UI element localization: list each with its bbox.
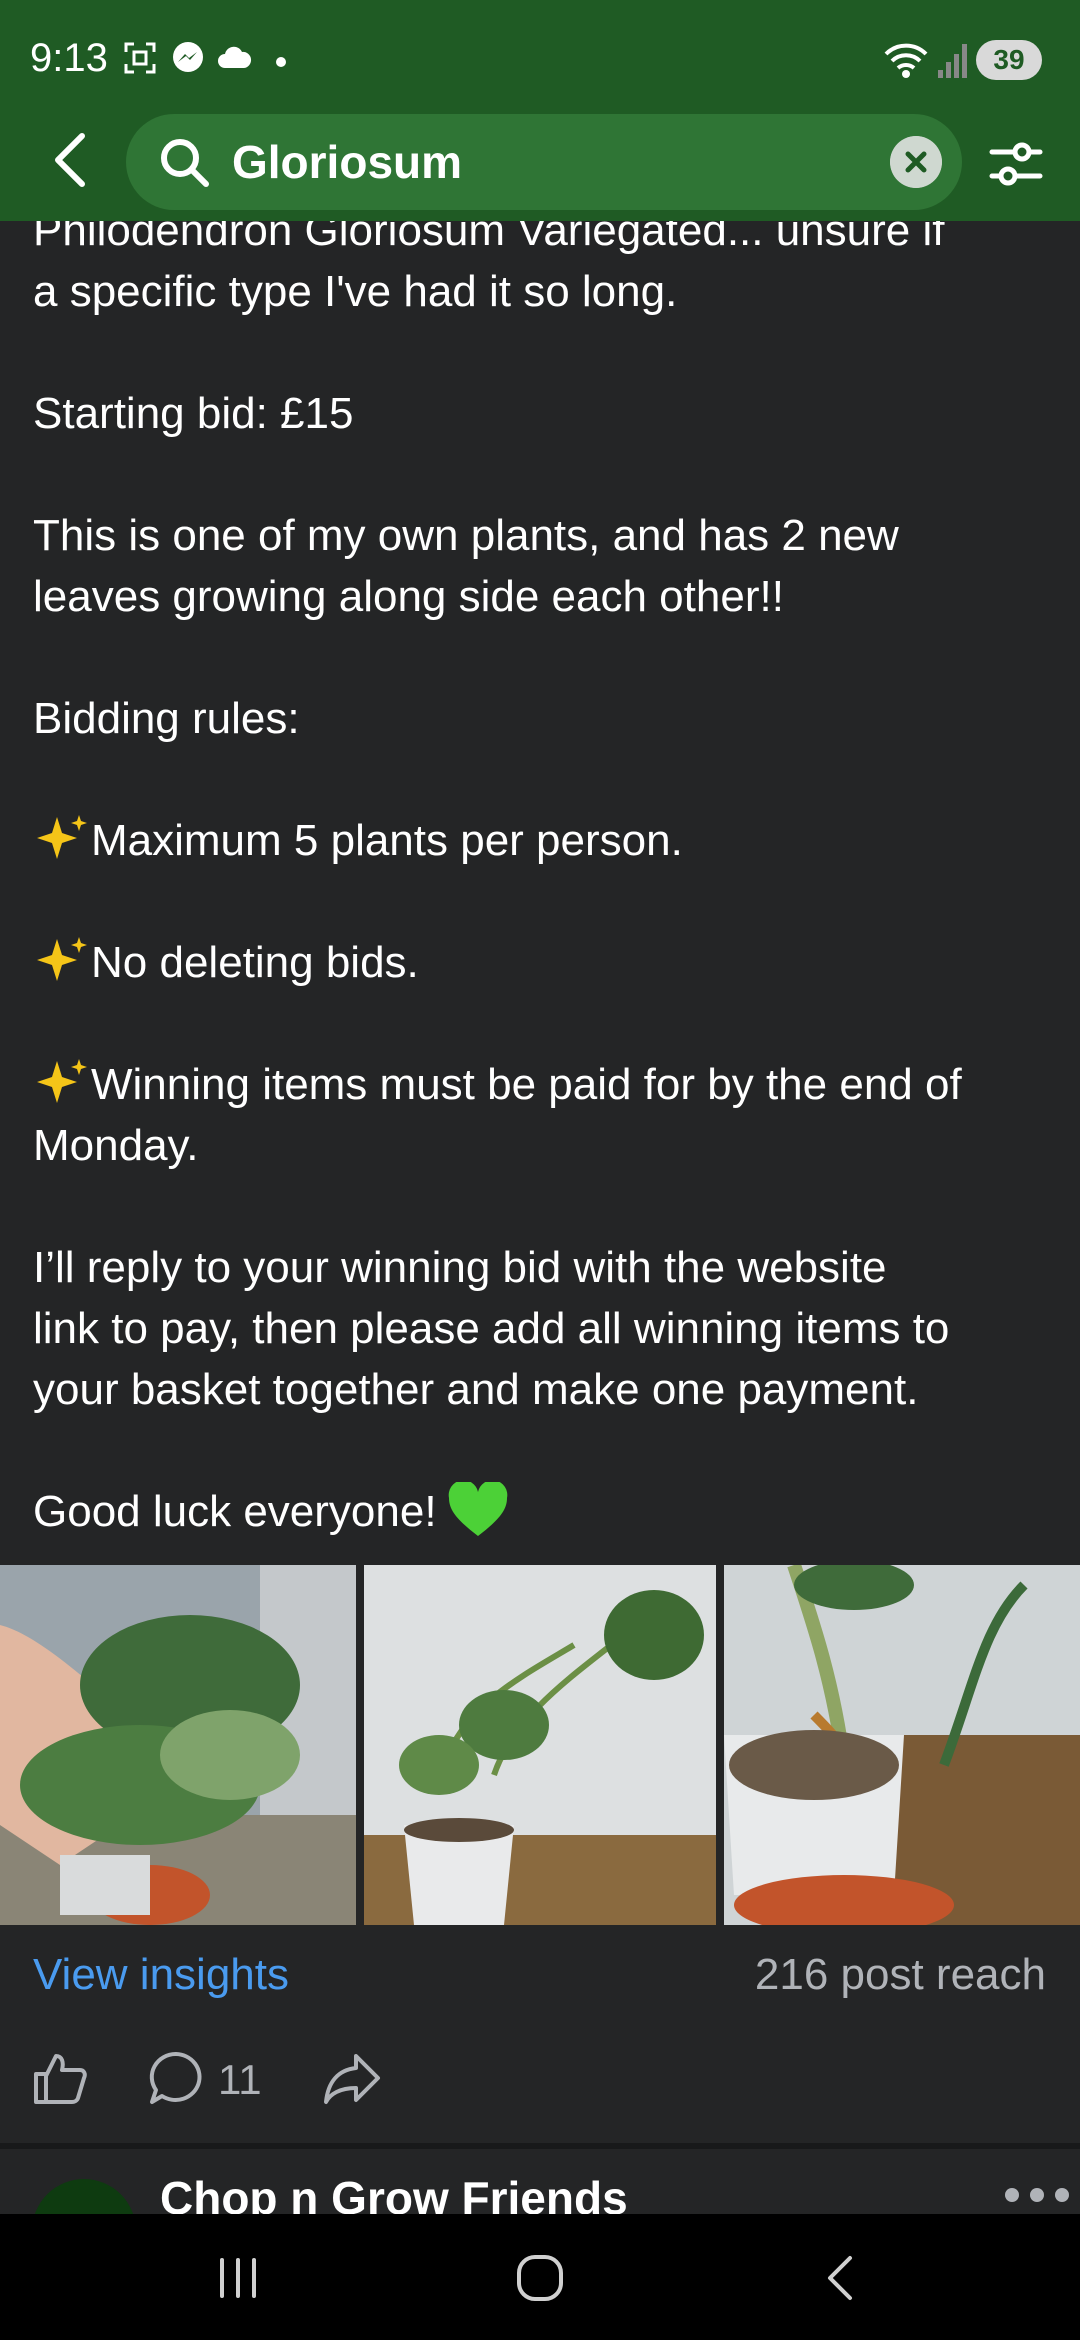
- bidding-rules-heading: Bidding rules:: [33, 694, 300, 743]
- rule-text: Maximum 5 plants per person.: [91, 816, 683, 865]
- comment-count: 11: [218, 2056, 262, 2103]
- next-post-header: Chop n Grow Friends: [0, 2149, 1080, 2214]
- group-name[interactable]: Chop n Grow Friends: [160, 2171, 628, 2214]
- comment-icon: [149, 2051, 202, 2104]
- starting-bid: Starting bid: £15: [33, 389, 354, 438]
- post-line: your basket together and make one paymen…: [33, 1365, 919, 1414]
- post-line: link to pay, then please add all winning…: [33, 1304, 950, 1353]
- filter-sliders-icon[interactable]: [988, 138, 1044, 190]
- wifi-icon: [884, 43, 928, 78]
- clear-icon[interactable]: [890, 136, 942, 188]
- rule-text: No deleting bids.: [91, 938, 419, 987]
- top-app-bar: 9:13 39 Gloriosum: [0, 0, 1080, 221]
- post-line: I’ll reply to your winning bid with the …: [33, 1243, 887, 1292]
- plant-photo[interactable]: [364, 1565, 716, 1925]
- rule-text: Winning items must be paid for by the en…: [91, 1060, 962, 1109]
- search-field[interactable]: Gloriosum: [126, 114, 962, 210]
- rule-item: No deleting bids.: [33, 932, 1053, 993]
- messenger-icon: [173, 42, 203, 72]
- home-icon[interactable]: [510, 2252, 570, 2304]
- post-line: Monday.: [33, 1121, 199, 1170]
- system-back-icon[interactable]: [812, 2252, 872, 2304]
- post-line: leaves growing along side each other!!: [33, 572, 784, 621]
- post-line: Good luck everyone!: [33, 1481, 1053, 1542]
- comment-button[interactable]: 11: [148, 2050, 268, 2110]
- post-line: a specific type I've had it so long.: [33, 267, 678, 316]
- green-heart-icon: [448, 1482, 507, 1536]
- post-body: Philodendron Gloriosum Variegated... uns…: [33, 200, 1053, 1542]
- search-query[interactable]: Gloriosum: [232, 136, 462, 188]
- view-insights-link[interactable]: View insights: [33, 1950, 289, 2000]
- screenshot-icon: [124, 42, 156, 74]
- status-time: 9:13: [30, 36, 108, 80]
- recent-apps-icon[interactable]: [208, 2252, 268, 2304]
- battery-indicator: 39: [976, 40, 1042, 80]
- rule-item: Winning items must be paid for by the en…: [33, 1054, 1053, 1115]
- good-luck-text: Good luck everyone!: [33, 1487, 437, 1536]
- plant-photo[interactable]: [724, 1565, 1080, 1925]
- search-icon: [161, 139, 209, 187]
- like-icon[interactable]: [32, 2050, 88, 2106]
- rule-item: Maximum 5 plants per person.: [33, 810, 1053, 871]
- back-arrow-icon[interactable]: [46, 130, 96, 190]
- post-reach: 216 post reach: [754, 1950, 1046, 1999]
- cloud-icon: [218, 46, 252, 68]
- signal-icon: [938, 44, 967, 78]
- more-options-icon[interactable]: [1002, 2185, 1072, 2205]
- dot-icon: [276, 57, 286, 67]
- system-nav-bar: [0, 2214, 1080, 2340]
- share-icon[interactable]: [322, 2050, 382, 2106]
- sparkles-icon: [37, 937, 87, 981]
- group-avatar[interactable]: [32, 2179, 136, 2214]
- post-photos: [0, 1565, 1080, 1925]
- sparkles-icon: [37, 1059, 87, 1103]
- sparkles-icon: [37, 815, 87, 859]
- post-actions: 11: [0, 2050, 1080, 2130]
- plant-photo[interactable]: [0, 1565, 356, 1925]
- post-line: This is one of my own plants, and has 2 …: [33, 511, 899, 560]
- status-bar: 9:13 39: [0, 0, 1080, 110]
